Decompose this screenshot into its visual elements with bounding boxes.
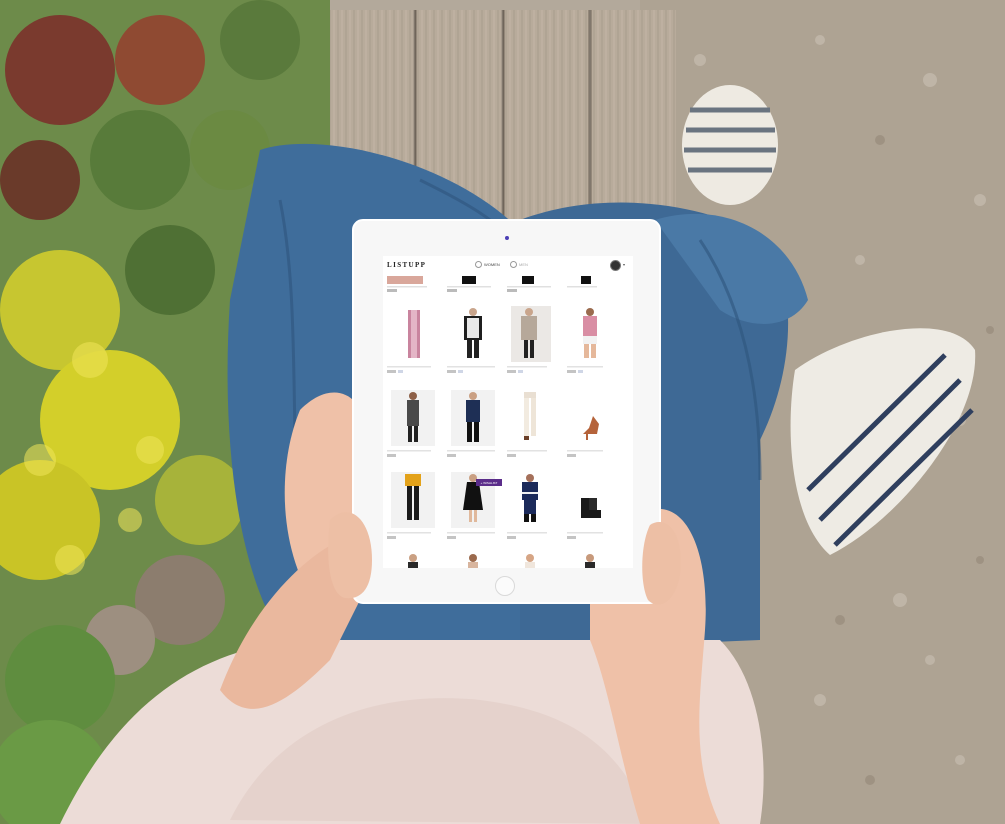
tab-men[interactable]: MEN [510,261,528,268]
product-card-portrait-4[interactable] [585,554,595,568]
tablet-home-button[interactable] [495,576,515,596]
product-card-yellow-top[interactable] [391,472,435,528]
app-header: LISTUPP WOMEN MEN ▾ [383,256,633,276]
product-grid[interactable] [383,296,633,568]
circle-icon [475,261,482,268]
add-to-wishlist-button[interactable]: + WISHLIST [476,479,502,486]
photo-scene: LISTUPP WOMEN MEN ▾ + WISHLIST [0,0,1005,824]
tablet-camera [505,236,509,240]
product-card-portrait-1[interactable] [408,554,418,568]
circle-icon [510,261,517,268]
tab-men-label: MEN [519,262,528,267]
strip-thumbnails [387,276,597,292]
tablet-screen: LISTUPP WOMEN MEN ▾ + WISHLIST [383,256,633,568]
product-card-heels[interactable] [571,390,611,446]
chevron-down-icon[interactable]: ▾ [623,262,625,267]
product-strip-top [383,276,633,294]
tab-women-label: WOMEN [484,262,500,267]
product-card-blazer[interactable] [451,390,495,446]
product-card-sweater[interactable] [451,306,495,362]
product-card-top[interactable] [571,306,611,362]
product-card-dress-coat[interactable] [511,306,551,362]
product-card-ankle-boots[interactable] [571,472,611,528]
product-card-portrait-3[interactable] [525,554,535,568]
product-card-navy-sweater[interactable] [511,472,551,528]
product-card-portrait-2[interactable] [468,554,478,568]
product-card-dress[interactable] [391,390,435,446]
product-card-trousers[interactable] [511,390,551,446]
app-logo[interactable]: LISTUPP [387,261,426,269]
product-card-pants[interactable] [391,306,435,362]
tab-women[interactable]: WOMEN [475,261,500,268]
avatar-icon[interactable] [610,260,621,271]
